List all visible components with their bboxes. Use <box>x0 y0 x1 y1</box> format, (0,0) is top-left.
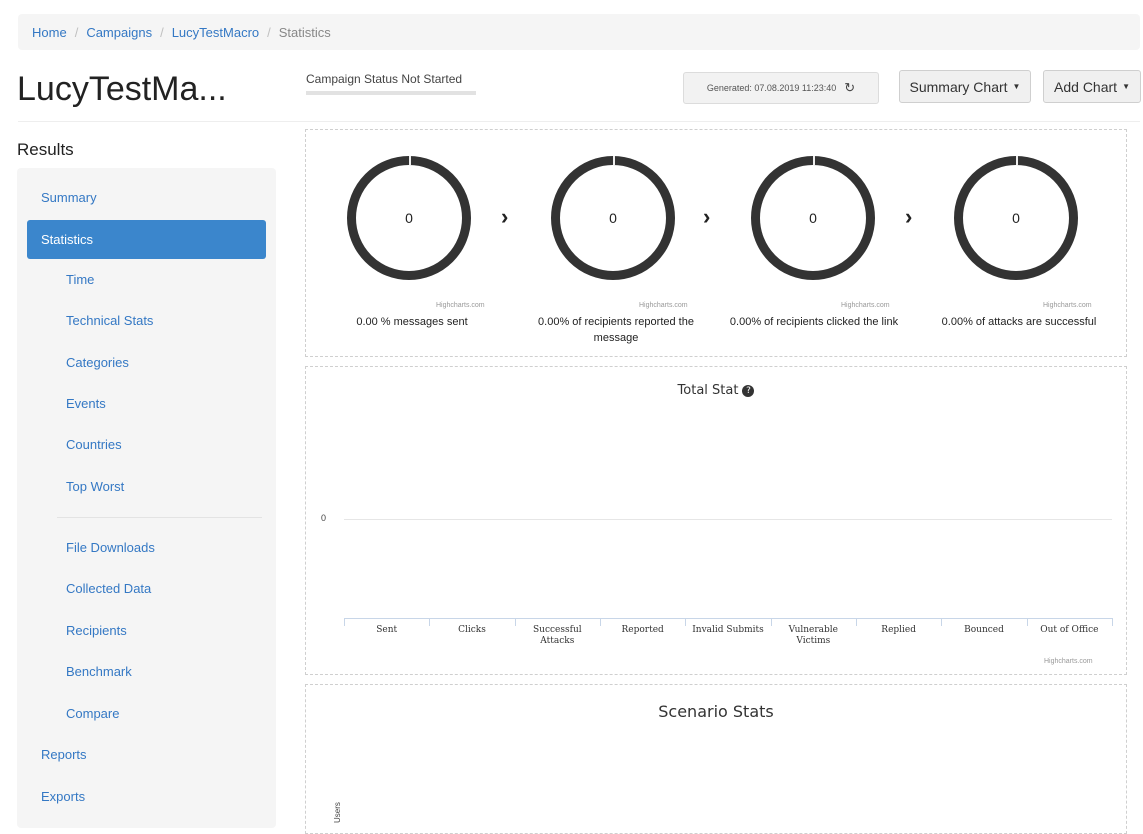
x-axis-label: Vulnerable Victims <box>788 625 838 646</box>
campaign-status-text: Campaign Status Not Started <box>306 72 463 86</box>
funnel-value: 0 <box>809 210 817 226</box>
x-axis-label: Clicks <box>458 625 486 635</box>
add-chart-label: Add Chart <box>1054 78 1118 95</box>
highcharts-credit[interactable]: Highcharts.com <box>1043 302 1092 309</box>
sidebar-item-summary[interactable]: Summary <box>41 179 97 217</box>
x-axis-label: Replied <box>881 625 917 635</box>
funnel-label-reported: 0.00% of recipients reported the message <box>538 316 694 344</box>
funnel-ring-successful: 0 <box>954 156 1078 280</box>
add-chart-button[interactable]: Add Chart ▼ <box>1043 70 1141 103</box>
campaign-status-bar <box>306 91 476 95</box>
sidebar-item-exports[interactable]: Exports <box>41 778 85 816</box>
sidebar-item-reports[interactable]: Reports <box>41 736 87 774</box>
x-axis-tick <box>856 618 857 626</box>
breadcrumb-campaign[interactable]: LucyTestMacro <box>172 25 259 40</box>
x-axis-tick <box>514 618 516 626</box>
funnel-label-sent: 0.00 % messages sent <box>356 316 468 328</box>
funnel-value: 0 <box>1012 210 1020 226</box>
breadcrumb: Home / Campaigns / LucyTestMacro / Stati… <box>18 14 1140 50</box>
chevron-right-icon: › <box>703 204 711 229</box>
breadcrumb-separator: / <box>267 24 271 40</box>
sidebar-item-statistics[interactable]: Statistics <box>27 220 266 259</box>
highcharts-credit[interactable]: Highcharts.com <box>436 302 485 309</box>
total-stat-title: Total Stat? <box>306 383 1126 398</box>
results-heading: Results <box>17 140 74 159</box>
y-axis-title: Users <box>333 802 342 823</box>
breadcrumb-separator: / <box>160 24 164 40</box>
ring-marker <box>613 156 615 165</box>
x-axis-label: Out of Office <box>1040 625 1099 635</box>
breadcrumb-home[interactable]: Home <box>32 25 67 40</box>
x-axis-label: Reported <box>621 625 664 635</box>
funnel-value: 0 <box>405 210 413 226</box>
breadcrumb-campaigns[interactable]: Campaigns <box>86 25 152 40</box>
x-axis-tick <box>344 618 345 626</box>
total-stat-panel: Total Stat? 0 Highcharts.com Sent Clicks S… <box>305 366 1127 675</box>
caret-down-icon: ▼ <box>1122 82 1130 91</box>
funnel-ring-clicked: 0 <box>751 156 875 280</box>
y-tick-label: 0 <box>321 513 327 523</box>
funnel-ring-sent: 0 <box>347 156 471 280</box>
sidebar-item-events[interactable]: Events <box>66 385 106 423</box>
funnel-ring-reported: 0 <box>551 156 675 280</box>
sidebar-item-benchmark[interactable]: Benchmark <box>66 653 132 691</box>
sidebar-item-collected-data[interactable]: Collected Data <box>66 570 151 608</box>
x-axis-label: Invalid Submits <box>692 625 764 635</box>
x-axis-line <box>344 618 1112 619</box>
gridline <box>344 519 1112 520</box>
help-icon[interactable]: ? <box>742 385 755 397</box>
x-axis-tick <box>685 618 687 626</box>
x-axis-tick <box>429 618 431 626</box>
campaign-status: Campaign Status Not Started <box>306 72 476 95</box>
sidebar: Summary Statistics Time Technical Stats … <box>17 168 276 828</box>
x-axis-tick <box>600 618 601 626</box>
sidebar-item-time[interactable]: Time <box>66 261 94 299</box>
ring-marker <box>1016 156 1018 165</box>
sidebar-item-recipients[interactable]: Recipients <box>66 612 127 650</box>
caret-down-icon: ▼ <box>1012 82 1021 91</box>
x-axis-label: Successful Attacks <box>533 625 582 646</box>
x-axis-label: Bounced <box>964 625 1004 635</box>
sidebar-item-categories[interactable]: Categories <box>66 344 129 382</box>
refresh-icon[interactable]: ↻ <box>844 80 855 96</box>
x-axis-tick <box>770 618 772 626</box>
sidebar-item-file-downloads[interactable]: File Downloads <box>66 529 155 567</box>
ring-marker <box>813 156 815 165</box>
breadcrumb-separator: / <box>74 24 79 40</box>
funnel-value: 0 <box>609 210 617 226</box>
page-title: LucyTestMa... <box>17 70 227 108</box>
chevron-right-icon: › <box>905 204 913 229</box>
sidebar-item-countries[interactable]: Countries <box>66 426 122 464</box>
x-axis-label: Sent <box>376 625 398 635</box>
summary-chart-button[interactable]: Summary Chart ▼ <box>899 70 1031 103</box>
chevron-right-icon: › <box>501 204 509 229</box>
sidebar-item-top-worst[interactable]: Top Worst <box>66 468 124 506</box>
sidebar-item-technical-stats[interactable]: Technical Stats <box>66 302 153 340</box>
generated-timestamp: Generated: 07.08.2019 11:23:40 ↻ <box>683 72 879 104</box>
summary-chart-label: Summary Chart <box>909 78 1008 95</box>
funnel-label-successful: 0.00% of attacks are successful <box>941 316 1097 328</box>
total-stat-title-text: Total Stat <box>677 383 739 398</box>
scenario-stats-panel: Scenario Stats Users <box>305 684 1127 834</box>
funnel-panel: 0 › 0 › 0 › 0 Highcharts.com Highcharts.… <box>305 129 1127 357</box>
x-axis-tick <box>1112 618 1113 626</box>
scenario-stats-title: Scenario Stats <box>658 702 774 721</box>
header-divider <box>18 121 1140 122</box>
generated-text: Generated: 07.08.2019 11:23:40 <box>706 83 837 93</box>
highcharts-credit[interactable]: Highcharts.com <box>841 302 890 309</box>
funnel-label-clicked: 0.00% of recipients clicked the link <box>729 316 899 328</box>
ring-marker <box>409 156 411 165</box>
breadcrumb-current: Statistics <box>278 24 331 40</box>
sidebar-item-compare[interactable]: Compare <box>66 695 119 733</box>
x-axis-tick <box>1026 618 1028 626</box>
highcharts-credit[interactable]: Highcharts.com <box>1044 658 1093 665</box>
x-axis-tick <box>941 618 943 626</box>
sidebar-divider <box>57 517 262 518</box>
highcharts-credit[interactable]: Highcharts.com <box>639 302 688 309</box>
